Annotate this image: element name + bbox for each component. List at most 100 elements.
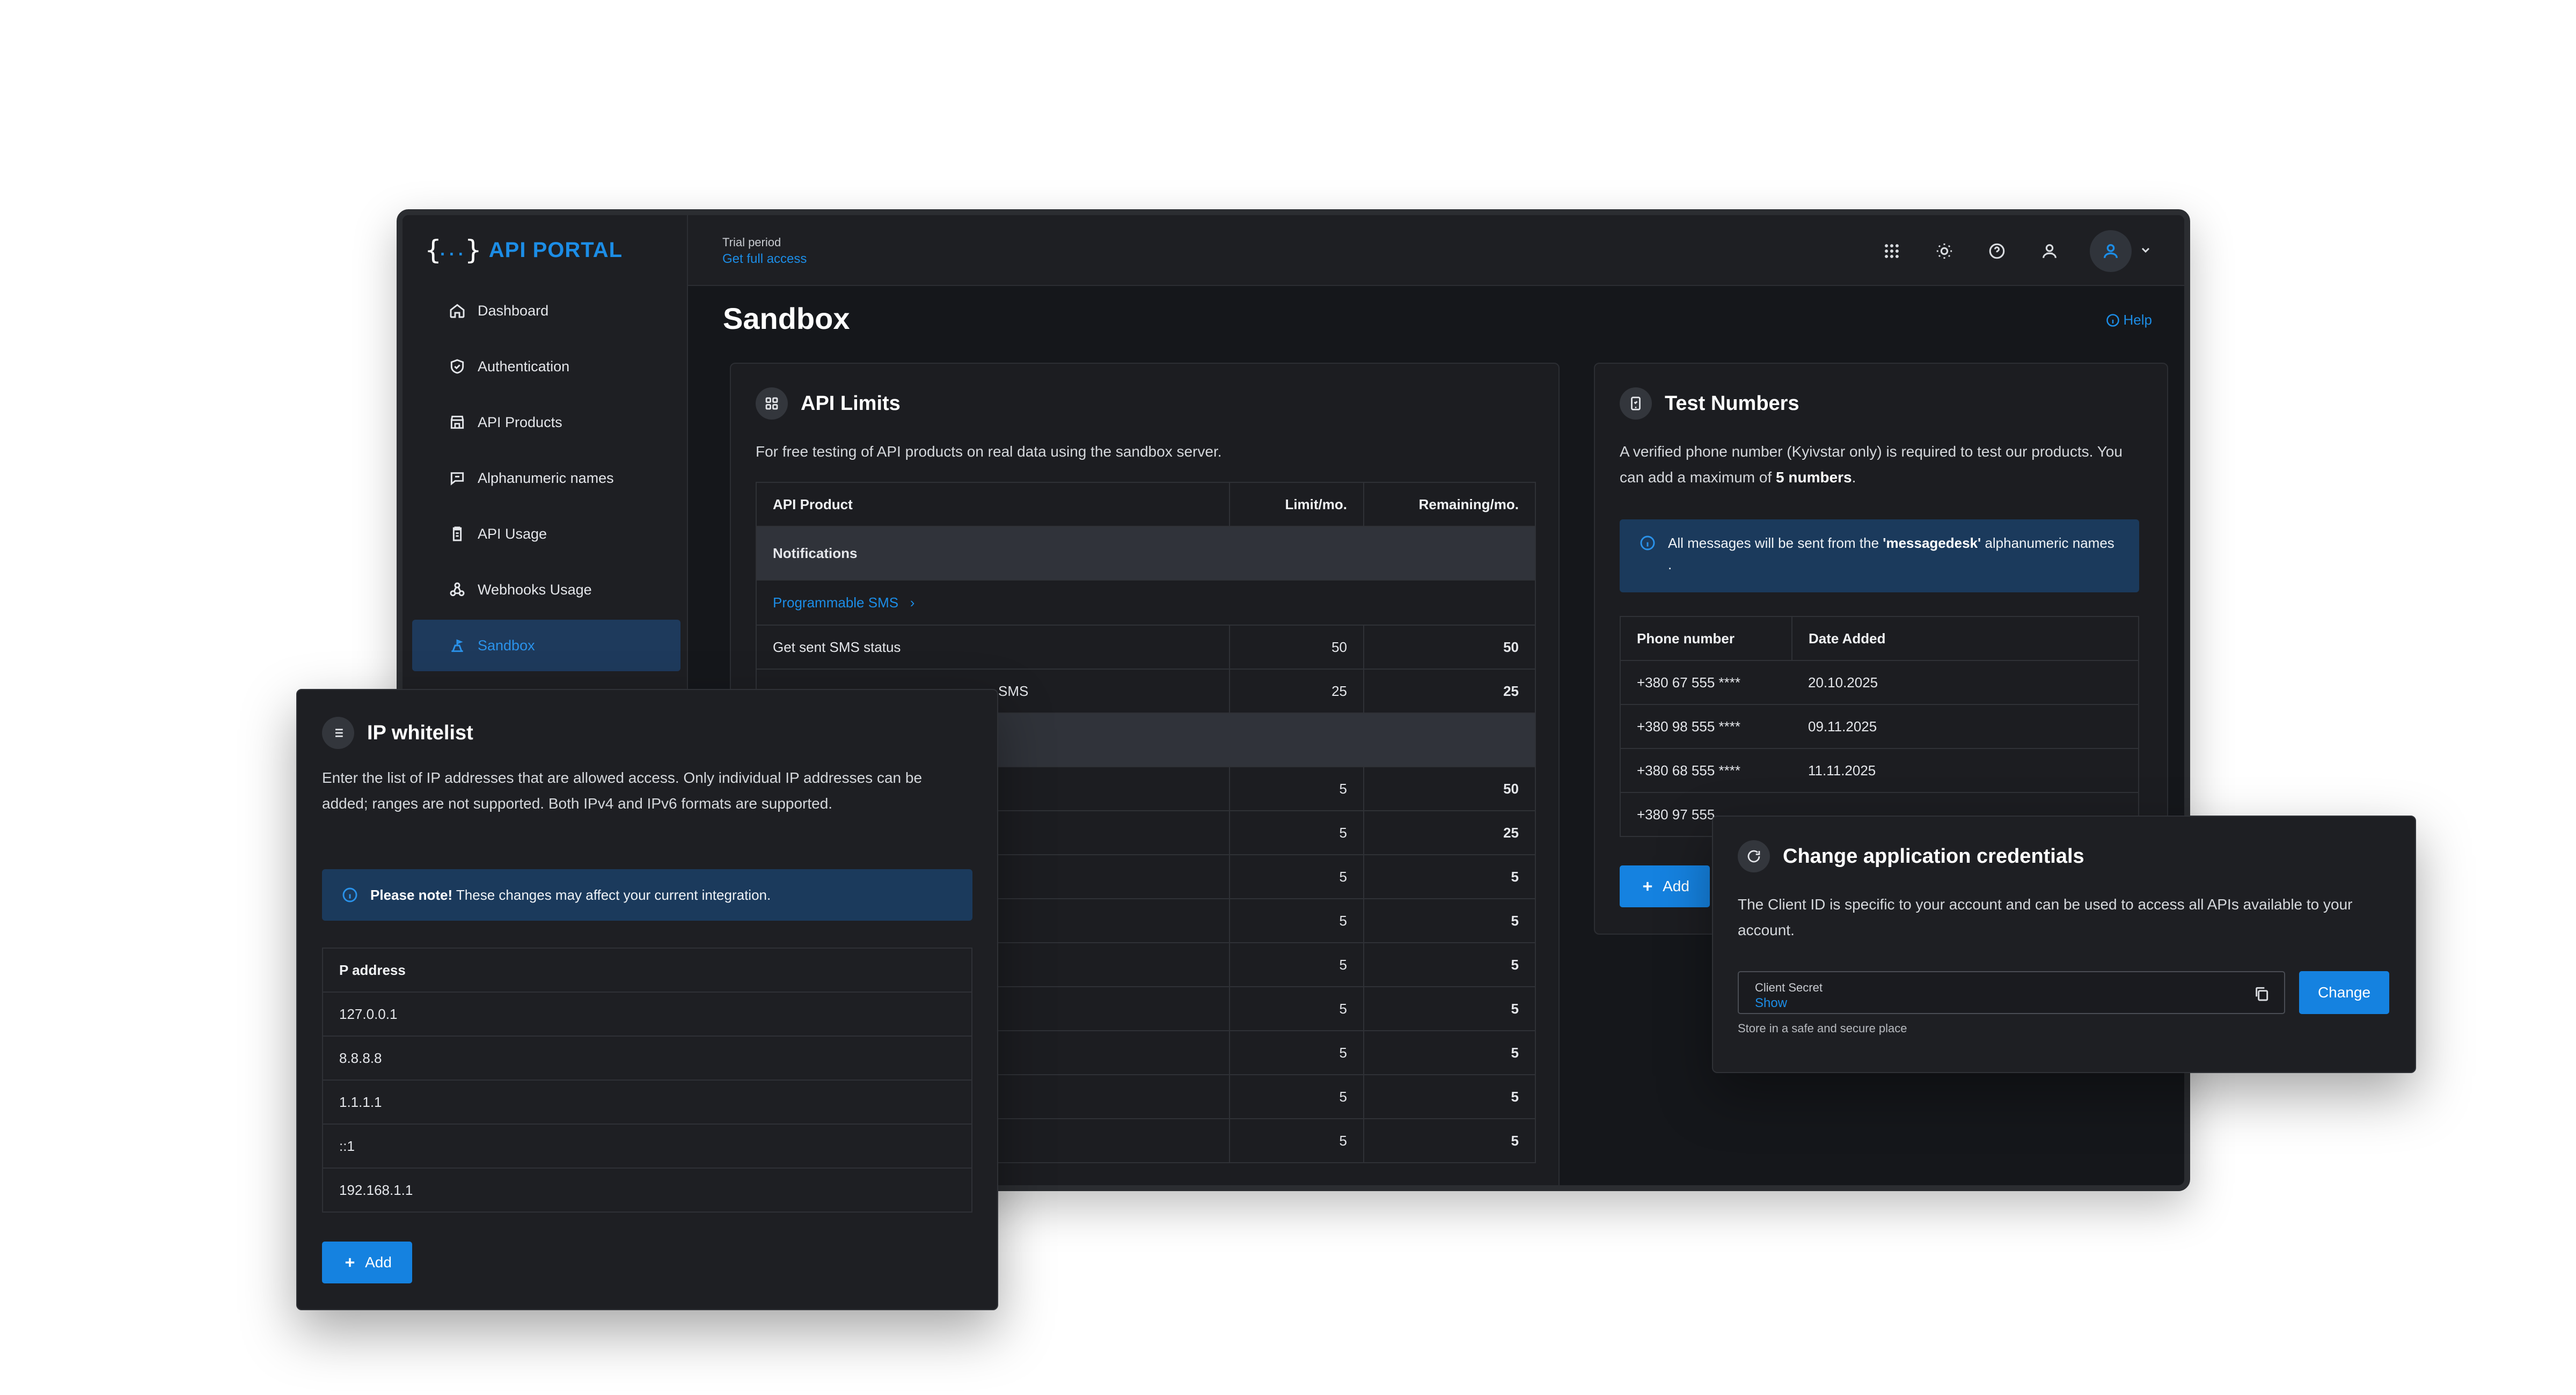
date-added: 20.10.2025 [1792, 660, 2139, 705]
remaining-value: 5 [1363, 986, 1536, 1031]
store-icon [450, 415, 464, 429]
get-full-access-link[interactable]: Get full access [722, 252, 807, 267]
test-numbers-table: Phone number Date Added +380 67 555 ****… [1620, 616, 2139, 837]
ip-whitelist-header: IP whitelist [322, 717, 473, 749]
ip-whitelist-description: Enter the list of IP addresses that are … [322, 769, 923, 812]
help-label: Help [2123, 312, 2152, 328]
sidebar-item-label: API Products [478, 414, 562, 430]
column-header: P address [322, 948, 972, 993]
user-menu[interactable] [2090, 230, 2152, 272]
table-row: 1.1.1.1 [322, 1080, 972, 1125]
home-icon [450, 304, 465, 318]
remaining-value: 5 [1363, 1118, 1536, 1163]
show-secret-link[interactable]: Show [1755, 996, 1787, 1011]
remaining-value: 5 [1363, 1030, 1536, 1075]
column-header: API Product [756, 482, 1230, 527]
user-switch-icon[interactable] [2037, 239, 2062, 263]
group-row: Notifications [756, 526, 1536, 581]
ip-address: 192.168.1.1 [322, 1168, 972, 1213]
brand-name: API PORTAL [488, 238, 623, 262]
refresh-icon [1738, 840, 1770, 872]
test-numbers-title: Test Numbers [1665, 392, 1799, 415]
date-added: 09.11.2025 [1792, 704, 2139, 749]
test-numbers-description: A verified phone number (Kyivstar only) … [1620, 443, 2123, 486]
test-numbers-header: Test Numbers [1620, 387, 1799, 420]
phone-number: +380 68 555 **** [1620, 748, 1792, 793]
sidebar-item-label: Authentication [478, 358, 570, 375]
table-row: +380 67 555 **** 20.10.2025 [1620, 660, 2139, 705]
product-link[interactable]: Programmable SMS › [756, 579, 1536, 626]
change-button[interactable]: Change [2299, 971, 2389, 1014]
user-icon [2103, 244, 2118, 258]
table-row: +380 68 555 **** 11.11.2025 [1620, 748, 2139, 793]
chevron-down-icon[interactable] [2139, 244, 2152, 259]
sidebar-item-dashboard[interactable]: Dashboard [412, 285, 680, 336]
sidebar-nav: Dashboard Authentication API Products Al… [412, 285, 680, 676]
plus-icon [345, 1258, 355, 1267]
sidebar-item-alphanumeric-names[interactable]: Alphanumeric names [412, 452, 680, 504]
ip-address: 127.0.0.1 [322, 992, 972, 1037]
remaining-value: 50 [1363, 766, 1536, 811]
test-numbers-table-wrap: Phone number Date Added +380 67 555 ****… [1620, 616, 2139, 837]
sidebar-item-label: Alphanumeric names [478, 469, 614, 486]
apps-grid-icon[interactable] [1879, 239, 1904, 263]
phone-number: +380 67 555 **** [1620, 660, 1792, 705]
column-header: Remaining/mo. [1363, 482, 1536, 527]
client-secret-field[interactable]: Client Secret Show [1738, 971, 2285, 1014]
page-title: Sandbox [723, 302, 850, 335]
sidebar-item-label: Webhooks Usage [478, 581, 592, 598]
trial-label: Trial period [722, 236, 781, 249]
help-link[interactable]: Help [2105, 312, 2152, 328]
sidebar-item-label: Dashboard [478, 302, 549, 319]
chat-icon [450, 472, 464, 486]
info-icon [2106, 313, 2119, 327]
remaining-value: 25 [1363, 810, 1536, 855]
table-row: 127.0.0.1 [322, 992, 972, 1037]
credentials-description: The Client ID is specific to your accoun… [1738, 896, 2353, 938]
remaining-value: 25 [1363, 669, 1536, 714]
limit-value: 50 [1229, 625, 1364, 670]
add-ip-button[interactable]: Add [322, 1242, 412, 1283]
date-added: 11.11.2025 [1792, 748, 2139, 793]
api-limits-title: API Limits [801, 392, 901, 415]
limit-value: 5 [1229, 1074, 1364, 1119]
product-label: Programmable SMS [773, 594, 899, 611]
info-banner: All messages will be sent from the 'mess… [1620, 519, 2139, 592]
sidebar-item-sandbox[interactable]: Sandbox [412, 620, 680, 671]
chevron-right-icon: › [910, 594, 915, 611]
sidebar-item-webhooks-usage[interactable]: Webhooks Usage [412, 564, 680, 615]
column-header: Phone number [1620, 616, 1792, 661]
credentials-header: Change application credentials [1738, 840, 2084, 872]
trial-info: Trial period Get full access [722, 236, 807, 267]
product-row[interactable]: Programmable SMS › [756, 579, 1536, 626]
sidebar-item-api-products[interactable]: API Products [412, 397, 680, 448]
help-circle-icon[interactable] [1985, 239, 2009, 263]
client-secret-label: Client Secret [1755, 981, 1823, 994]
top-bar: Trial period Get full access [688, 215, 2184, 286]
ip-address: ::1 [322, 1124, 972, 1169]
table-row: +380 98 555 **** 09.11.2025 [1620, 704, 2139, 749]
logo-icon: {···} [425, 234, 481, 266]
table-header: Phone number Date Added [1620, 616, 2139, 661]
add-number-button[interactable]: Add [1620, 865, 1710, 907]
limit-value: 25 [1229, 669, 1364, 714]
ip-address: 8.8.8.8 [322, 1036, 972, 1081]
sidebar-item-authentication[interactable]: Authentication [412, 341, 680, 392]
limit-value: 5 [1229, 854, 1364, 899]
table-header: P address [322, 948, 972, 993]
sidebar-item-label: API Usage [478, 525, 547, 542]
ip-whitelist-title: IP whitelist [367, 721, 473, 744]
avatar[interactable] [2090, 230, 2132, 272]
column-header: Limit/mo. [1229, 482, 1364, 527]
table-row: ::1 [322, 1124, 972, 1169]
table-header: API Product Limit/mo. Remaining/mo. [756, 482, 1536, 527]
sidebar-item-api-usage[interactable]: API Usage [412, 508, 680, 560]
logo[interactable]: {···} API PORTAL [425, 234, 623, 266]
copy-icon[interactable] [2253, 985, 2270, 1002]
sun-icon[interactable] [1932, 239, 1957, 263]
clipboard-icon [452, 526, 462, 541]
ip-whitelist-panel: IP whitelist Enter the list of IP addres… [296, 689, 998, 1310]
table-row: 192.168.1.1 [322, 1168, 972, 1213]
api-limits-header: API Limits [756, 387, 901, 420]
remaining-value: 5 [1363, 942, 1536, 987]
